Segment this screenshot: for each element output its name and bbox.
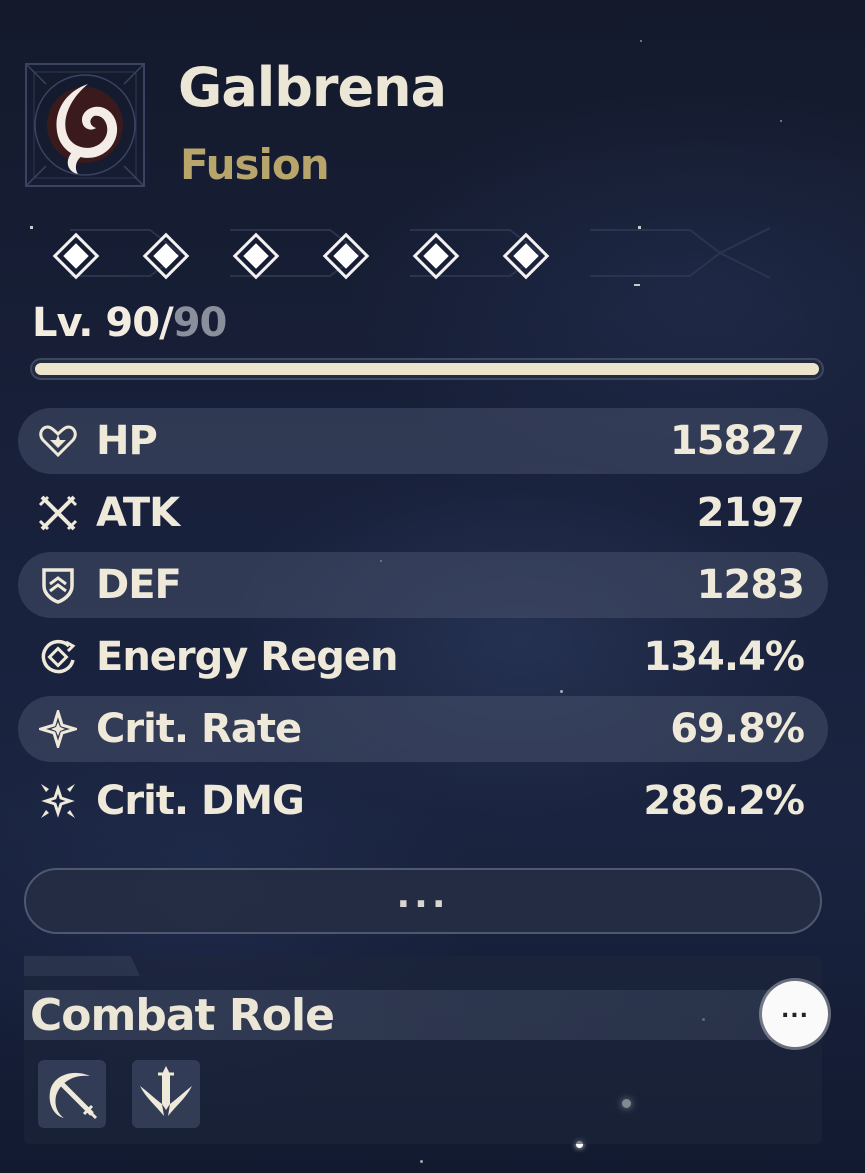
sequence-node[interactable] — [52, 232, 100, 280]
sequence-node[interactable] — [502, 232, 550, 280]
crit-dmg-burst-icon — [38, 784, 78, 818]
sequence-diamond-icon — [502, 232, 550, 280]
stat-label: HP — [96, 418, 158, 464]
more-stats-button[interactable]: ... — [24, 868, 822, 934]
level-prefix: Lv. — [32, 300, 106, 346]
crit-rate-star-icon — [38, 710, 78, 748]
stat-row-def: DEF 1283 — [18, 552, 828, 618]
stat-label: Energy Regen — [96, 634, 398, 680]
sequence-diamond-icon — [322, 232, 370, 280]
stat-value: 2197 — [696, 490, 805, 536]
stats-list: HP 15827 ATK 2197 DEF 1283 Energy Regen … — [18, 408, 828, 840]
stat-row-atk: ATK 2197 — [18, 480, 828, 546]
stat-value: 134.4% — [643, 634, 805, 680]
combat-role-title: Combat Role — [30, 990, 335, 1041]
background-star — [780, 120, 782, 122]
energy-regen-icon — [38, 639, 78, 674]
character-element: Fusion — [180, 140, 330, 189]
character-level: Lv. 90/90 — [32, 300, 228, 346]
combat-role-badge[interactable] — [38, 1060, 106, 1128]
stat-value: 1283 — [696, 562, 805, 608]
combat-role-badge[interactable] — [132, 1060, 200, 1128]
sequence-node[interactable] — [322, 232, 370, 280]
sequence-node[interactable] — [232, 232, 280, 280]
sequence-node[interactable] — [142, 232, 190, 280]
more-stats-label: ... — [396, 874, 450, 916]
hp-heart-icon — [38, 425, 78, 457]
level-progress-bar — [30, 358, 824, 380]
stat-value: 15827 — [669, 418, 805, 464]
level-separator: / — [159, 300, 174, 346]
stat-row-crit-dmg: Crit. DMG 286.2% — [18, 768, 828, 834]
combat-role-more-label: ... — [780, 997, 810, 1023]
stat-row-hp: HP 15827 — [18, 408, 828, 474]
stat-value: 286.2% — [643, 778, 805, 824]
stat-label: DEF — [96, 562, 182, 608]
sequence-diamond-icon — [52, 232, 100, 280]
stat-label: Crit. Rate — [96, 706, 302, 752]
level-max: 90 — [172, 300, 228, 346]
crescent-blade-role-icon — [49, 1072, 98, 1120]
stat-row-crit-rate: Crit. Rate 69.8% — [18, 696, 828, 762]
fusion-flame-icon — [25, 63, 145, 187]
sequence-node[interactable] — [412, 232, 460, 280]
level-progress-fill — [35, 363, 819, 375]
sequence-nodes — [52, 232, 550, 284]
combat-role-more-button[interactable]: ... — [762, 981, 828, 1047]
stat-row-energy-regen: Energy Regen 134.4% — [18, 624, 828, 690]
sequence-diamond-icon — [232, 232, 280, 280]
sequence-diamond-icon — [142, 232, 190, 280]
sequence-diamond-icon — [412, 232, 460, 280]
stat-label: ATK — [96, 490, 180, 536]
stat-value: 69.8% — [670, 706, 805, 752]
combat-role-tab-decoration — [24, 956, 140, 976]
def-shield-icon — [38, 568, 78, 604]
background-star — [640, 40, 642, 42]
atk-crossed-swords-icon — [38, 495, 78, 531]
stat-label: Crit. DMG — [96, 778, 305, 824]
level-current: 90 — [105, 300, 160, 346]
sword-wings-role-icon — [140, 1066, 192, 1116]
element-emblem — [24, 62, 146, 188]
character-name: Galbrena — [178, 56, 447, 119]
background-star — [420, 1160, 423, 1163]
